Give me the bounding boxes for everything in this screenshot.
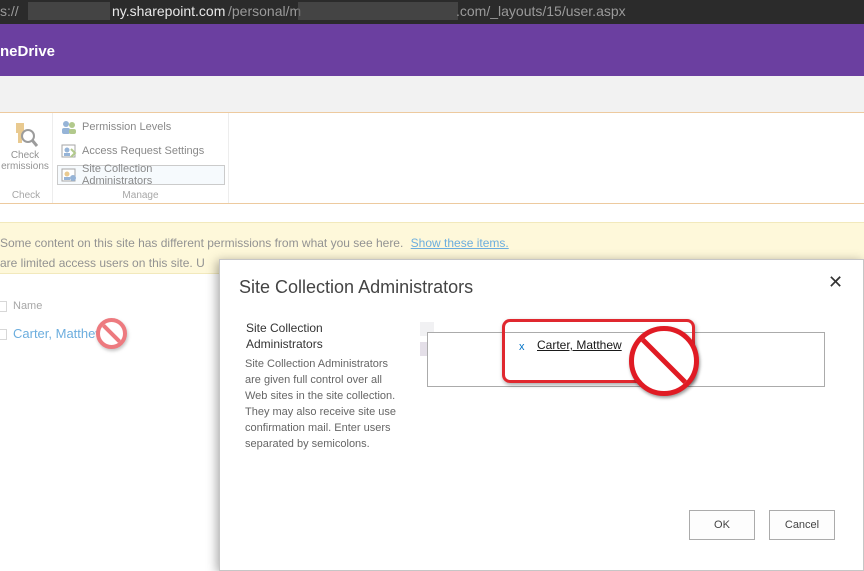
resolved-user[interactable]: Carter, Matthew (537, 338, 622, 352)
ribbon: Check ermissions Check Permission Levels… (0, 112, 864, 204)
site-collection-admins-button[interactable]: Site Collection Administrators (57, 163, 225, 187)
access-request-label: Access Request Settings (82, 145, 205, 157)
no-symbol-marker (629, 326, 699, 396)
permission-levels-icon (62, 121, 76, 134)
notice-line-2: are limited access users on this site. U (0, 256, 205, 270)
url-host: ny.sharepoint.com (112, 3, 226, 19)
site-admins-label: Site Collection Administrators (82, 163, 153, 187)
address-bar[interactable]: s:// ny.sharepoint.com /personal/m .com/… (0, 0, 864, 24)
people-picker-input[interactable]: x Carter, Matthew (427, 332, 825, 387)
url-scheme: s:// (0, 3, 19, 19)
ok-button[interactable]: OK (689, 510, 755, 540)
ribbon-group-check: Check ermissions Check (0, 113, 53, 203)
redacted-url-segment (298, 2, 458, 20)
no-symbol-marker (96, 318, 127, 349)
notice-line-1: Some content on this site has different … (0, 236, 509, 250)
row-checkbox[interactable] (0, 329, 7, 341)
group-label-manage: Manage (122, 190, 159, 201)
check-label-2: ermissions (1, 161, 49, 172)
check-label-1: Check (10, 150, 40, 161)
url-path-end: .com/_layouts/15/user.aspx (456, 3, 626, 19)
redacted-url-segment (28, 2, 110, 20)
access-request-settings-button[interactable]: Access Request Settings (57, 141, 225, 161)
dialog-title: Site Collection Administrators (239, 277, 474, 297)
ribbon-group-manage: Permission Levels Access Request Setting… (53, 113, 229, 203)
remove-user-icon[interactable]: x (519, 341, 525, 353)
section-title: Site Collection Administrators (246, 321, 323, 351)
url-path: /personal/m (228, 3, 302, 19)
app-title[interactable]: neDrive (0, 43, 55, 60)
show-items-link[interactable]: Show these items. (411, 236, 509, 250)
close-icon[interactable]: ✕ (828, 272, 843, 293)
permission-levels-label: Permission Levels (82, 121, 172, 133)
check-permissions-icon (16, 123, 38, 147)
notice-text-1: Some content on this site has different … (0, 236, 404, 250)
column-name-header[interactable]: Name (13, 300, 42, 312)
ribbon-tabs-area (0, 76, 864, 112)
list-item[interactable]: Carter, Matthew (0, 326, 105, 341)
select-all-checkbox[interactable] (0, 300, 7, 312)
section-description: Site Collection Administrators are given… (245, 358, 397, 450)
cancel-button[interactable]: Cancel (769, 510, 835, 540)
suite-bar: neDrive (0, 24, 864, 76)
access-request-icon (61, 144, 77, 158)
check-permissions-button[interactable]: Check ermissions (0, 121, 50, 181)
list-header: Name (0, 300, 42, 312)
user-name-link[interactable]: Carter, Matthew (13, 326, 105, 341)
site-admins-dialog: Site Collection Administrators ✕ Site Co… (219, 259, 864, 571)
site-admins-icon (61, 168, 76, 182)
group-label-check: Check (11, 190, 41, 201)
permission-levels-button[interactable]: Permission Levels (57, 117, 225, 137)
